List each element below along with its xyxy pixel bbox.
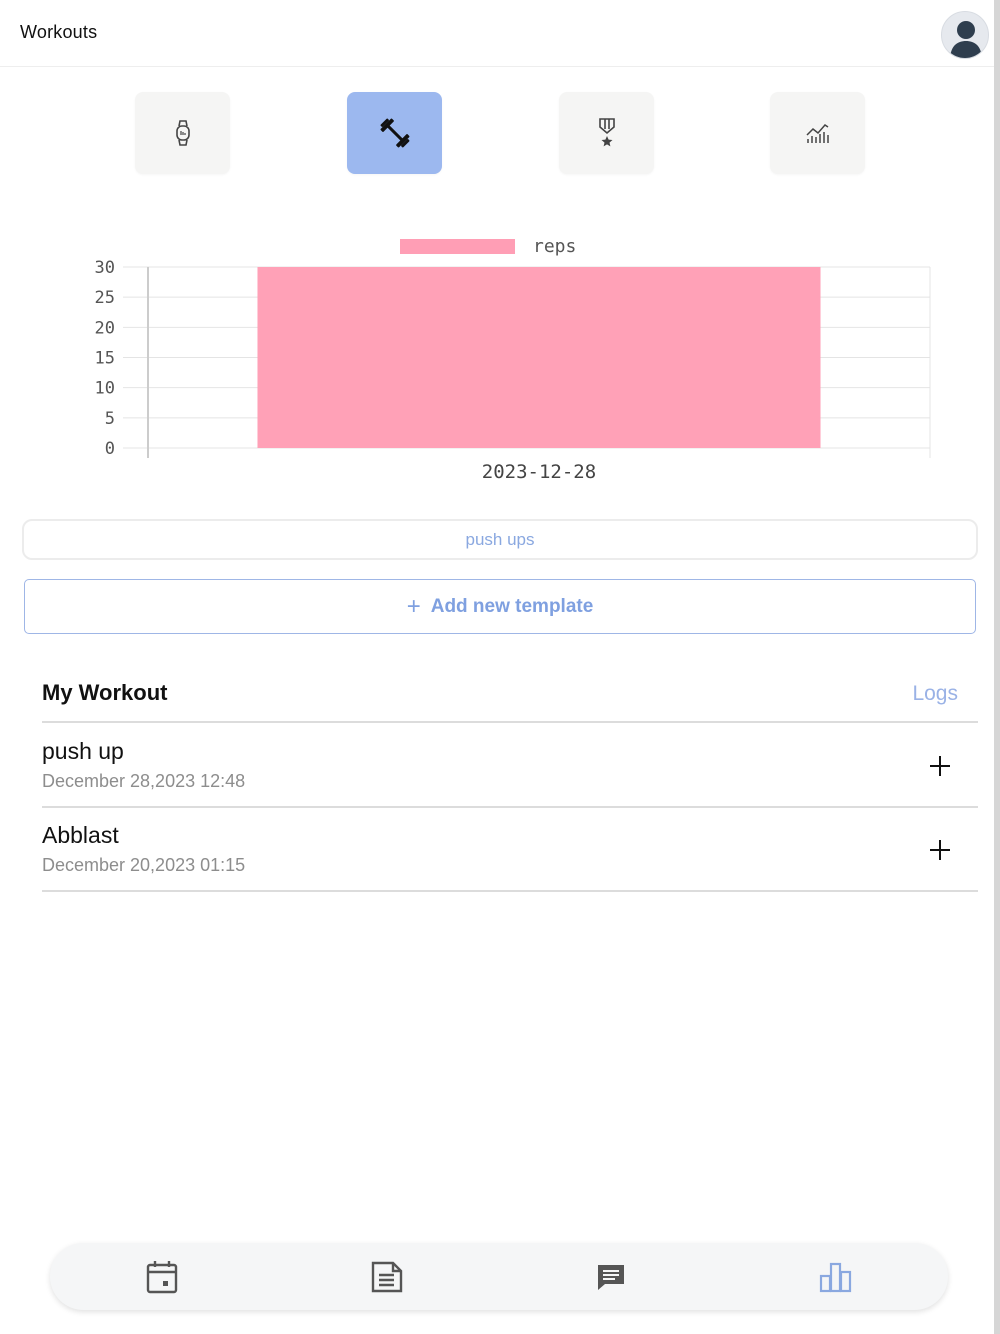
y-axis-ticks: 30 25 20 15 10 5 0 xyxy=(95,258,115,459)
my-workout-header: My Workout Logs xyxy=(42,678,978,723)
y-tick-label: 5 xyxy=(105,409,115,429)
document-icon xyxy=(371,1261,403,1293)
x-tick-label: 2023-12-28 xyxy=(482,461,596,483)
y-tick-label: 30 xyxy=(95,258,115,278)
x-axis-ticks: 2023-12-28 xyxy=(482,461,596,483)
plus-icon[interactable] xyxy=(928,838,952,862)
top-bar: Workouts xyxy=(0,0,994,67)
avatar[interactable] xyxy=(941,11,989,59)
legend-swatch-reps xyxy=(400,239,515,254)
workout-row[interactable]: push up December 28,2023 12:48 xyxy=(42,724,978,808)
nav-stats[interactable] xyxy=(816,1257,856,1297)
nav-messages[interactable] xyxy=(591,1257,631,1297)
y-tick-label: 10 xyxy=(95,379,115,399)
nav-notes[interactable] xyxy=(367,1257,407,1297)
bar-chart-icon xyxy=(819,1262,852,1293)
exercise-filter-chip[interactable]: push ups xyxy=(22,519,978,560)
add-template-button[interactable]: + Add new template xyxy=(24,579,976,634)
bar-2023-12-28 xyxy=(257,267,821,448)
scrollbar[interactable] xyxy=(994,0,1000,1334)
y-tick-label: 15 xyxy=(95,349,115,369)
workout-date: December 28,2023 12:48 xyxy=(42,771,246,791)
chat-icon xyxy=(598,1265,624,1290)
dumbbell-icon xyxy=(380,118,409,148)
smartwatch-icon xyxy=(175,120,190,146)
tab-workouts[interactable] xyxy=(347,92,442,174)
page-title: Workouts xyxy=(20,22,98,42)
chart-bars xyxy=(257,267,821,448)
nav-calendar[interactable] xyxy=(142,1257,182,1297)
plus-icon: + xyxy=(406,592,421,620)
stats-chart-icon xyxy=(805,124,829,143)
legend-label-reps: reps xyxy=(533,236,576,257)
add-template-label: Add new template xyxy=(430,595,594,617)
section-title: My Workout xyxy=(42,680,168,705)
y-tick-label: 25 xyxy=(95,288,115,308)
workout-date: December 20,2023 01:15 xyxy=(42,855,246,875)
y-tick-label: 0 xyxy=(105,439,115,459)
workout-name: push up xyxy=(42,738,124,764)
workout-name: Abblast xyxy=(42,822,119,848)
chart-legend: reps xyxy=(400,236,576,257)
y-tick-label: 20 xyxy=(95,318,115,338)
workout-row[interactable]: Abblast December 20,2023 01:15 xyxy=(42,808,978,892)
calendar-icon xyxy=(146,1261,178,1294)
logs-link[interactable]: Logs xyxy=(912,682,958,706)
tab-stats[interactable] xyxy=(770,92,865,174)
medal-icon xyxy=(598,118,615,147)
user-avatar-icon xyxy=(950,21,982,58)
tab-achievements[interactable] xyxy=(559,92,654,174)
reps-bar-chart: reps 30 25 20 15 10 5 0 2023-12-28 xyxy=(95,236,931,483)
bottom-navigation xyxy=(50,1243,948,1310)
plus-icon[interactable] xyxy=(928,754,952,778)
tab-watch[interactable] xyxy=(135,92,230,174)
